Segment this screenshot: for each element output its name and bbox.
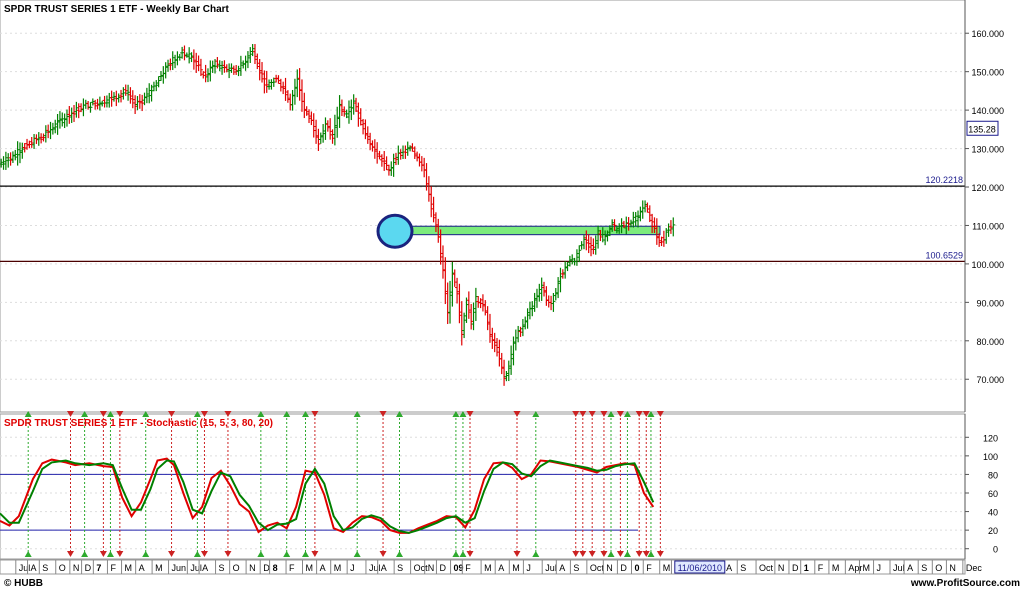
x-tick-label: M: [306, 563, 314, 573]
x-tick-label: Oct: [759, 563, 774, 573]
x-tick-label: M: [512, 563, 520, 573]
level-label: 120.2218: [925, 175, 963, 185]
x-tick-label: 1: [804, 563, 809, 573]
x-tick-label: N: [73, 563, 80, 573]
x-tick-label: Jul: [893, 563, 905, 573]
x-tick-label: Oct: [414, 563, 429, 573]
price-tick-label: 110.000: [972, 221, 1004, 231]
x-tick-label: M: [832, 563, 840, 573]
x-tick-label: D: [85, 563, 92, 573]
x-tick-label: S: [573, 563, 579, 573]
x-tick-label: 8: [273, 563, 278, 573]
x-tick-label: A: [31, 563, 37, 573]
price-plot-area: [0, 0, 966, 413]
price-tick-label: 130.000: [971, 145, 1004, 155]
x-tick-label: D: [792, 563, 799, 573]
price-tick-label: 100.000: [971, 260, 1004, 270]
x-tick-label: O: [233, 563, 240, 573]
x-tick-label: N: [949, 563, 956, 573]
stochastic-tick-label: 100: [983, 452, 998, 462]
x-tick-label: Jun: [172, 563, 187, 573]
x-tick-label: A: [907, 563, 913, 573]
stochastic-title: SPDR TRUST SERIES 1 ETF - Stochastic (15…: [4, 418, 273, 429]
x-tick-label: M: [155, 563, 163, 573]
x-tick-label: M: [125, 563, 133, 573]
x-tick-label: A: [381, 563, 387, 573]
x-tick-label: J: [877, 563, 882, 573]
x-tick-label: F: [818, 563, 824, 573]
x-tick-label: Jul: [190, 563, 202, 573]
x-tick-label: F: [289, 563, 295, 573]
circle-marker: [376, 213, 414, 249]
x-axis: Jul A S O N D 7 F M A M Jun Jul A S O N D 8 F M A M J Jul A S Oct N D…: [0, 559, 983, 575]
x-tick-label: O: [935, 563, 942, 573]
stochastic-tick-label: 60: [988, 489, 998, 499]
price-tick-label: 150.000: [971, 68, 1004, 78]
x-tick-label: J: [526, 563, 531, 573]
x-tick-label: A: [498, 563, 504, 573]
x-tick-label: A: [202, 563, 208, 573]
x-tick-label: Apr: [848, 563, 862, 573]
x-tick-label: M: [334, 563, 342, 573]
x-tick-label: Jul: [19, 563, 31, 573]
x-tick-label: N: [606, 563, 613, 573]
x-tick-label: S: [397, 563, 403, 573]
x-tick-label: S: [42, 563, 48, 573]
x-tick-label: S: [921, 563, 927, 573]
chart-svg: 120.2218 100.6529 160.000 150.000 140.000 13…: [0, 0, 1024, 590]
price-tick-label: 160.000: [971, 29, 1004, 39]
stochastic-tick-label: 20: [988, 526, 998, 536]
x-tick-label: N: [249, 563, 256, 573]
x-tick-label: M: [484, 563, 492, 573]
x-tick-label: Jul: [369, 563, 381, 573]
x-tick-label: Oct: [590, 563, 605, 573]
x-tick-label: 0: [635, 563, 640, 573]
stochastic-tick-label: 120: [983, 433, 998, 443]
stochastic-tick-label: 80: [988, 470, 998, 480]
x-tick-label: A: [559, 563, 565, 573]
x-tick-label: M: [862, 563, 870, 573]
price-tick-label: 90.000: [976, 298, 1004, 308]
x-tick-label: J: [350, 563, 355, 573]
right-axis-area: [965, 0, 1024, 590]
x-tick-label: F: [465, 563, 471, 573]
x-tick-label: F: [646, 563, 652, 573]
last-price-label: 135.28: [968, 124, 996, 134]
stochastic-tick-label: 0: [993, 545, 998, 555]
x-tick-label: A: [139, 563, 145, 573]
x-tick-label: O: [59, 563, 66, 573]
price-chart-title: SPDR TRUST SERIES 1 ETF - Weekly Bar Cha…: [4, 4, 230, 15]
source-label: www.ProfitSource.com: [910, 578, 1020, 589]
x-tick-label: A: [320, 563, 326, 573]
x-tick-label: F: [110, 563, 116, 573]
price-tick-label: 120.000: [971, 183, 1004, 193]
x-tick-label: D: [620, 563, 627, 573]
stochastic-tick-label: 40: [988, 508, 998, 518]
x-tick-label: S: [740, 563, 746, 573]
x-tick-label: D: [439, 563, 446, 573]
copyright-label: © HUBB: [4, 578, 43, 589]
cursor-date-label: 11/06/2010: [678, 563, 722, 573]
x-tick-label: N: [428, 563, 435, 573]
x-tick-label: Jul: [545, 563, 557, 573]
price-tick-label: 80.000: [976, 337, 1004, 347]
x-tick-label: Dec: [966, 563, 983, 573]
x-tick-label: M: [663, 563, 671, 573]
price-tick-label: 140.000: [971, 106, 1004, 116]
price-tick-label: 70.000: [976, 375, 1004, 385]
x-tick-label: N: [778, 563, 785, 573]
x-tick-label: S: [219, 563, 225, 573]
x-tick-label: 7: [96, 563, 101, 573]
x-tick-label: A: [726, 563, 732, 573]
chart-container: 120.2218 100.6529 160.000 150.000 140.000 13…: [0, 0, 1024, 590]
circle-highlight: [376, 213, 414, 249]
level-label: 100.6529: [925, 250, 963, 260]
